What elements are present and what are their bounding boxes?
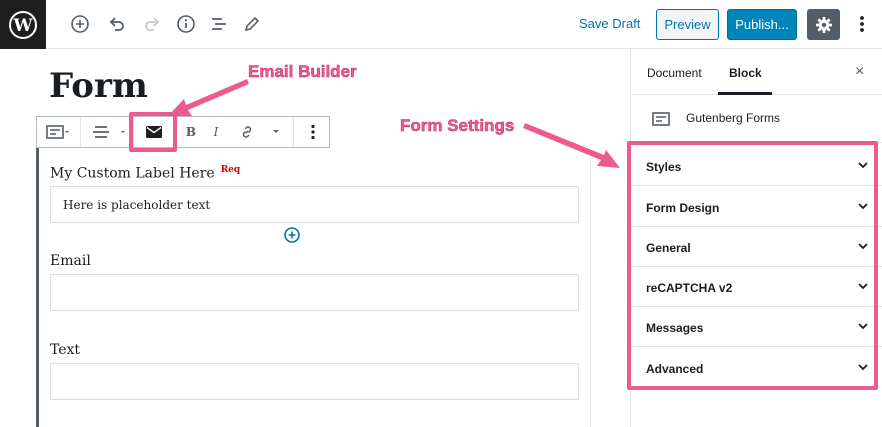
sidebar-tabs: Document Block × bbox=[631, 49, 882, 95]
edit-icon[interactable] bbox=[240, 12, 264, 36]
more-options-icon[interactable] bbox=[304, 121, 322, 143]
wordpress-icon: W bbox=[9, 10, 37, 39]
info-icon[interactable] bbox=[174, 12, 198, 36]
preview-button[interactable]: Preview bbox=[656, 9, 719, 40]
required-badge: Req bbox=[220, 165, 241, 175]
block-toolbar: B I bbox=[36, 116, 330, 148]
bold-icon[interactable]: B bbox=[182, 121, 200, 143]
add-field-icon[interactable] bbox=[283, 226, 301, 244]
close-icon[interactable]: × bbox=[855, 63, 864, 81]
field-label-text-field: Text bbox=[50, 342, 81, 358]
link-icon[interactable] bbox=[237, 121, 257, 143]
outline-icon[interactable] bbox=[207, 12, 231, 36]
form-block-icon bbox=[652, 112, 670, 126]
field-label-text: My Custom Label Here bbox=[50, 165, 215, 182]
svg-text:W: W bbox=[12, 16, 33, 36]
email-builder-highlight bbox=[129, 112, 177, 152]
form-settings-annotation: Form Settings bbox=[400, 116, 515, 136]
align-icon[interactable] bbox=[89, 121, 127, 143]
field-label-email: Email bbox=[50, 253, 91, 269]
email-builder-annotation: Email Builder bbox=[248, 62, 357, 82]
gear-icon bbox=[815, 16, 832, 33]
editor-header: W Save Draft Preview Publish... bbox=[0, 0, 882, 49]
undo-icon[interactable] bbox=[105, 12, 129, 36]
form-settings-highlight bbox=[627, 141, 878, 390]
more-vertical-icon[interactable] bbox=[850, 12, 874, 36]
field-value: Here is placeholder text bbox=[63, 198, 211, 212]
form-block-icon[interactable] bbox=[43, 121, 73, 143]
add-block-icon[interactable] bbox=[68, 12, 92, 36]
settings-button[interactable] bbox=[807, 9, 840, 40]
more-formatting-icon[interactable] bbox=[269, 121, 283, 143]
tab-document[interactable]: Document bbox=[647, 66, 702, 80]
field-label-custom: My Custom Label Here Req bbox=[50, 165, 240, 182]
block-card: Gutenberg Forms bbox=[631, 95, 882, 143]
email-builder-arrow bbox=[168, 79, 249, 116]
text-field-custom[interactable]: Here is placeholder text bbox=[50, 186, 579, 223]
publish-button[interactable]: Publish... bbox=[727, 9, 797, 40]
block-name: Gutenberg Forms bbox=[686, 111, 781, 125]
tab-block[interactable]: Block bbox=[729, 66, 762, 80]
post-title[interactable]: Form bbox=[49, 66, 148, 106]
redo-icon[interactable] bbox=[140, 12, 164, 36]
wordpress-logo[interactable]: W bbox=[0, 0, 46, 49]
save-draft-button[interactable]: Save Draft bbox=[579, 16, 640, 31]
email-field[interactable] bbox=[50, 274, 579, 311]
italic-icon[interactable]: I bbox=[207, 121, 225, 143]
text-field[interactable] bbox=[50, 363, 579, 400]
